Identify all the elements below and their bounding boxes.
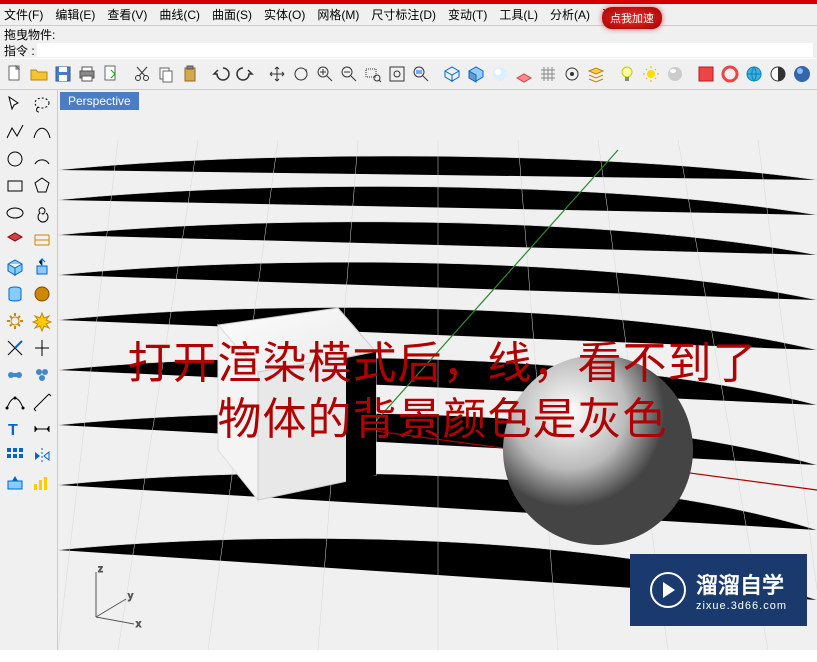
viewport[interactable]: Perspective	[58, 90, 817, 650]
accelerate-badge[interactable]: 点我加速	[602, 7, 662, 29]
export-icon[interactable]	[100, 62, 122, 86]
circle-tool-icon[interactable]	[2, 146, 28, 172]
menu-tools[interactable]: 工具(L)	[499, 6, 538, 23]
menu-solid[interactable]: 实体(O)	[264, 6, 305, 23]
menu-edit[interactable]: 编辑(E)	[55, 6, 95, 23]
zoom-in-icon[interactable]	[314, 62, 336, 86]
polyline-tool-icon[interactable]	[2, 119, 28, 145]
array-tool-icon[interactable]	[2, 443, 28, 469]
arc-tool-icon[interactable]	[29, 146, 55, 172]
loft-tool-icon[interactable]	[29, 227, 55, 253]
rotate-view-icon[interactable]	[290, 62, 312, 86]
transform-tool-icon[interactable]	[2, 470, 28, 496]
join-tool-icon[interactable]	[2, 362, 28, 388]
menu-dimension[interactable]: 尺寸标注(D)	[371, 6, 436, 23]
sun-icon[interactable]	[640, 62, 662, 86]
command-input[interactable]	[37, 43, 813, 57]
explode-tool-icon[interactable]	[29, 308, 55, 334]
osnap-icon[interactable]	[561, 62, 583, 86]
box-object	[218, 308, 376, 500]
cut-icon[interactable]	[131, 62, 153, 86]
render-ring-icon[interactable]	[719, 62, 741, 86]
watermark-url: zixue.3d66.com	[696, 600, 787, 612]
grid-icon[interactable]	[537, 62, 559, 86]
extrude-tool-icon[interactable]	[29, 254, 55, 280]
menu-view[interactable]: 查看(V)	[107, 6, 147, 23]
surface-tool-icon[interactable]	[2, 227, 28, 253]
redo-icon[interactable]	[234, 62, 256, 86]
menu-transform[interactable]: 变动(T)	[448, 6, 487, 23]
print-icon[interactable]	[76, 62, 98, 86]
paste-icon[interactable]	[179, 62, 201, 86]
svg-text:y: y	[128, 591, 133, 602]
axis-widget-icon: z y x	[76, 562, 146, 632]
command-label: 指令 :	[4, 42, 35, 59]
undo-icon[interactable]	[210, 62, 232, 86]
drag-objects-label: 拖曳物件:	[4, 26, 55, 43]
sphere-object	[503, 355, 693, 545]
sphere-tool-icon[interactable]	[29, 281, 55, 307]
wireframe-icon[interactable]	[441, 62, 463, 86]
spiral-tool-icon[interactable]	[29, 200, 55, 226]
main-toolbar	[0, 58, 817, 90]
svg-text:x: x	[136, 619, 141, 630]
side-toolbox: T	[0, 90, 58, 650]
watermark-badge: 溜溜自学 zixue.3d66.com	[630, 554, 807, 626]
ellipse-tool-icon[interactable]	[2, 200, 28, 226]
lightbulb-icon[interactable]	[616, 62, 638, 86]
zoom-selected-icon[interactable]	[410, 62, 432, 86]
render-red-icon[interactable]	[695, 62, 717, 86]
viewport-label[interactable]: Perspective	[60, 92, 139, 110]
zoom-window-icon[interactable]	[362, 62, 384, 86]
menubar: 文件(F) 编辑(E) 查看(V) 曲线(C) 曲面(S) 实体(O) 网格(M…	[0, 4, 817, 26]
shaded-icon[interactable]	[465, 62, 487, 86]
group-tool-icon[interactable]	[29, 362, 55, 388]
watermark-title: 溜溜自学	[696, 568, 787, 600]
svg-text:T: T	[8, 422, 18, 439]
polygon-tool-icon[interactable]	[29, 173, 55, 199]
new-file-icon[interactable]	[4, 62, 26, 86]
material-icon[interactable]	[664, 62, 686, 86]
render-bw-icon[interactable]	[767, 62, 789, 86]
save-icon[interactable]	[52, 62, 74, 86]
split-tool-icon[interactable]	[29, 335, 55, 361]
lasso-tool-icon[interactable]	[29, 92, 55, 118]
dimension-tool-icon[interactable]	[29, 416, 55, 442]
render-start-icon[interactable]	[791, 62, 813, 86]
info-bar: 拖曳物件: 指令 :	[0, 26, 817, 58]
layers-icon[interactable]	[585, 62, 607, 86]
pointer-tool-icon[interactable]	[2, 92, 28, 118]
rendered-icon[interactable]	[489, 62, 511, 86]
menu-file[interactable]: 文件(F)	[4, 6, 43, 23]
svg-text:z: z	[98, 564, 103, 575]
render-globe-icon[interactable]	[743, 62, 765, 86]
zoom-out-icon[interactable]	[338, 62, 360, 86]
cplane-icon[interactable]	[513, 62, 535, 86]
menu-mesh[interactable]: 网格(M)	[317, 6, 359, 23]
menu-surface[interactable]: 曲面(S)	[212, 6, 252, 23]
zoom-extents-icon[interactable]	[386, 62, 408, 86]
copy-icon[interactable]	[155, 62, 177, 86]
text-tool-icon[interactable]: T	[2, 416, 28, 442]
mirror-tool-icon[interactable]	[29, 443, 55, 469]
menu-analyze[interactable]: 分析(A)	[550, 6, 590, 23]
pan-icon[interactable]	[266, 62, 288, 86]
point-edit-icon[interactable]	[2, 389, 28, 415]
measure-tool-icon[interactable]	[29, 389, 55, 415]
curve-tool-icon[interactable]	[29, 119, 55, 145]
rectangle-tool-icon[interactable]	[2, 173, 28, 199]
menu-curve[interactable]: 曲线(C)	[159, 6, 200, 23]
play-icon	[650, 572, 686, 608]
open-file-icon[interactable]	[28, 62, 50, 86]
gear-tool-icon[interactable]	[2, 308, 28, 334]
cylinder-tool-icon[interactable]	[2, 281, 28, 307]
box-tool-icon[interactable]	[2, 254, 28, 280]
analyze-tool-icon[interactable]	[29, 470, 55, 496]
trim-tool-icon[interactable]	[2, 335, 28, 361]
